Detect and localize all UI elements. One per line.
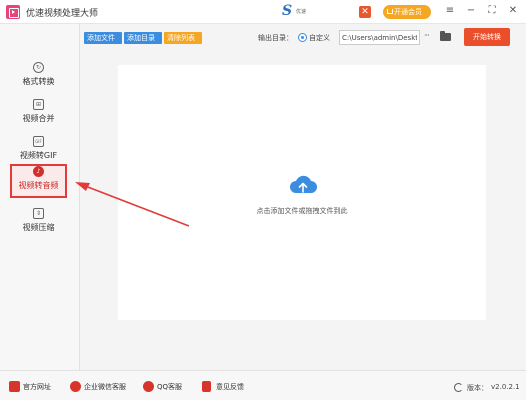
sidebar-item-video-to-audio[interactable]: ♪ 视频转音频 <box>10 164 67 198</box>
sidebar-item-format-convert[interactable]: ↻ 格式转换 <box>10 60 67 94</box>
brand-tagline: 优速 <box>296 9 307 15</box>
drop-hint-text: 点击添加文件或拖拽文件到此 <box>256 207 348 215</box>
add-file-button[interactable]: 添加文件 <box>84 32 122 44</box>
output-dir-label: 输出目录： <box>258 34 293 42</box>
cloud-upload-icon[interactable] <box>288 173 318 195</box>
clear-list-button[interactable]: 清除列表 <box>164 32 202 44</box>
version-value: v2.0.2.1 <box>491 383 520 391</box>
video-merge-icon: ⊞ <box>33 99 44 110</box>
format-convert-icon: ↻ <box>33 62 44 73</box>
file-drop-zone[interactable]: 点击添加文件或拖拽文件到此 <box>118 65 486 320</box>
qq-icon <box>143 381 154 392</box>
wechat-icon <box>70 381 81 392</box>
maximize-button[interactable]: ⛶ <box>485 4 499 18</box>
audio-icon: ♪ <box>33 166 44 177</box>
sidebar-item-label: 视频合并 <box>22 114 55 123</box>
sidebar-item-label: 视频转GIF <box>19 151 58 160</box>
browse-more-button[interactable]: ··· <box>424 31 430 40</box>
output-path-input[interactable] <box>339 30 420 45</box>
app-title: 优速视频处理大师 <box>26 9 99 19</box>
sidebar: ↻ 格式转换 ⊞ 视频合并 GIF 视频转GIF ♪ 视频转音频 ⇕ 视频压缩 <box>0 24 80 370</box>
menu-button[interactable]: ≡ <box>443 4 457 18</box>
vip-label: 开通会员 <box>394 8 422 16</box>
custom-dir-radio[interactable] <box>298 33 307 42</box>
add-folder-button[interactable]: 添加目录 <box>124 32 162 44</box>
vip-button[interactable]: 开通会员 <box>383 5 431 19</box>
sidebar-item-label: 视频转音频 <box>18 181 59 190</box>
gif-icon: GIF <box>33 136 44 147</box>
start-convert-button[interactable]: 开始转换 <box>464 28 510 46</box>
official-site-label: 官方网址 <box>23 383 51 391</box>
folder-icon[interactable] <box>440 31 451 41</box>
close-button[interactable]: ✕ <box>506 4 520 18</box>
compress-icon: ⇕ <box>33 208 44 219</box>
custom-dir-label[interactable]: 自定义 <box>309 33 330 43</box>
home-icon <box>9 381 20 392</box>
minimize-button[interactable]: − <box>464 4 478 18</box>
gift-icon[interactable]: ✕ <box>359 6 371 18</box>
feedback-icon <box>202 381 211 392</box>
sidebar-item-video-compress[interactable]: ⇕ 视频压缩 <box>10 206 67 240</box>
app-logo-icon <box>6 5 20 19</box>
crown-icon <box>387 9 393 14</box>
refresh-icon[interactable] <box>454 383 463 392</box>
version-label: 版本： <box>467 384 488 392</box>
sidebar-item-label: 视频压缩 <box>22 223 55 232</box>
title-bar: 优速视频处理大师 S 优速 ✕ 开通会员 ≡ − ⛶ ✕ <box>0 0 526 24</box>
sidebar-item-label: 格式转换 <box>22 77 55 86</box>
wechat-support-label: 企业微信客服 <box>84 383 126 391</box>
brand-logo-icon: S <box>282 3 293 19</box>
sidebar-item-video-merge[interactable]: ⊞ 视频合并 <box>10 97 67 131</box>
footer: 官方网址 企业微信客服 QQ客服 意见反馈 版本： v2.0.2.1 <box>0 370 526 400</box>
qq-support-label: QQ客服 <box>157 383 183 391</box>
feedback-label: 意见反馈 <box>216 383 244 391</box>
sidebar-item-video-to-gif[interactable]: GIF 视频转GIF <box>10 134 67 168</box>
